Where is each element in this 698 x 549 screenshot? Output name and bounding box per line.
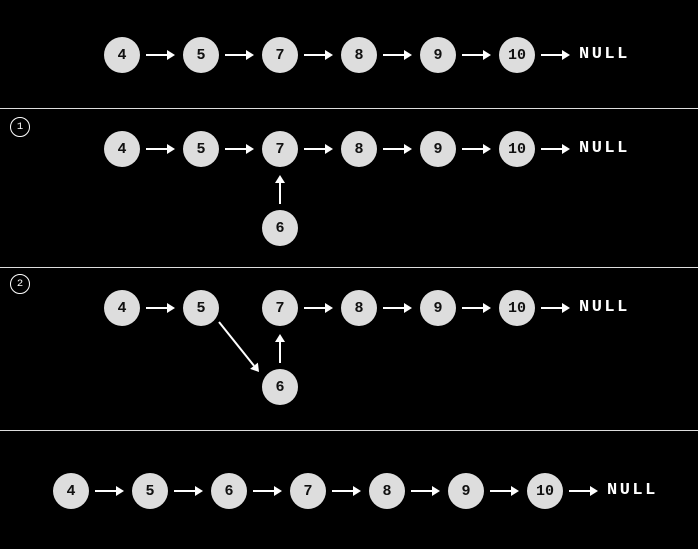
arrow-icon	[296, 47, 341, 63]
arrow-icon	[272, 326, 288, 371]
list-node: 4	[104, 290, 140, 326]
list-node: 4	[104, 37, 140, 73]
step-badge: 2	[10, 274, 30, 294]
arrow-icon	[211, 314, 267, 380]
list-node: 10	[499, 290, 535, 326]
arrow-icon	[87, 483, 132, 499]
diagram-panel: 4 5 7 8 9 10 NULL	[0, 0, 698, 109]
arrow-icon	[272, 167, 288, 212]
arrow-icon	[454, 300, 499, 316]
list-node: 10	[527, 473, 563, 509]
list-node: 10	[499, 37, 535, 73]
arrow-icon	[166, 483, 211, 499]
list-node: 8	[341, 37, 377, 73]
list-node: 9	[420, 37, 456, 73]
list-node: 4	[104, 131, 140, 167]
null-label: NULL	[579, 45, 630, 64]
arrow-icon	[324, 483, 369, 499]
list-node: 6	[262, 210, 298, 246]
list-node: 4	[53, 473, 89, 509]
arrow-icon	[138, 141, 183, 157]
arrow-icon	[296, 300, 341, 316]
arrow-icon	[375, 300, 420, 316]
list-node: 7	[262, 290, 298, 326]
list-node: 5	[132, 473, 168, 509]
diagram-panel: 4 5 6 7 8 9 10 NULL	[0, 431, 698, 549]
arrow-icon	[375, 141, 420, 157]
arrow-icon	[454, 47, 499, 63]
list-node: 10	[499, 131, 535, 167]
arrow-icon	[296, 141, 341, 157]
list-node: 6	[262, 369, 298, 405]
arrow-icon	[533, 141, 578, 157]
arrow-icon	[138, 47, 183, 63]
arrow-icon	[138, 300, 183, 316]
arrow-icon	[454, 141, 499, 157]
list-node: 9	[420, 290, 456, 326]
arrow-icon	[403, 483, 448, 499]
list-node: 8	[341, 290, 377, 326]
arrow-icon	[217, 141, 262, 157]
null-label: NULL	[607, 481, 658, 500]
arrow-icon	[561, 483, 606, 499]
diagram-panel: 1 4 5 7 8 9 10 6 NULL	[0, 109, 698, 268]
list-node: 7	[262, 131, 298, 167]
list-node: 9	[448, 473, 484, 509]
list-node: 5	[183, 37, 219, 73]
list-node: 8	[341, 131, 377, 167]
null-label: NULL	[579, 139, 630, 158]
arrow-icon	[482, 483, 527, 499]
list-node: 5	[183, 131, 219, 167]
step-badge: 1	[10, 117, 30, 137]
null-label: NULL	[579, 298, 630, 317]
list-node: 9	[420, 131, 456, 167]
arrow-icon	[533, 300, 578, 316]
list-node: 7	[290, 473, 326, 509]
list-node: 7	[262, 37, 298, 73]
arrow-icon	[533, 47, 578, 63]
list-node: 8	[369, 473, 405, 509]
arrow-icon	[375, 47, 420, 63]
arrow-icon	[245, 483, 290, 499]
diagram-panel: 245789106NULL	[0, 268, 698, 431]
arrow-icon	[217, 47, 262, 63]
list-node: 6	[211, 473, 247, 509]
